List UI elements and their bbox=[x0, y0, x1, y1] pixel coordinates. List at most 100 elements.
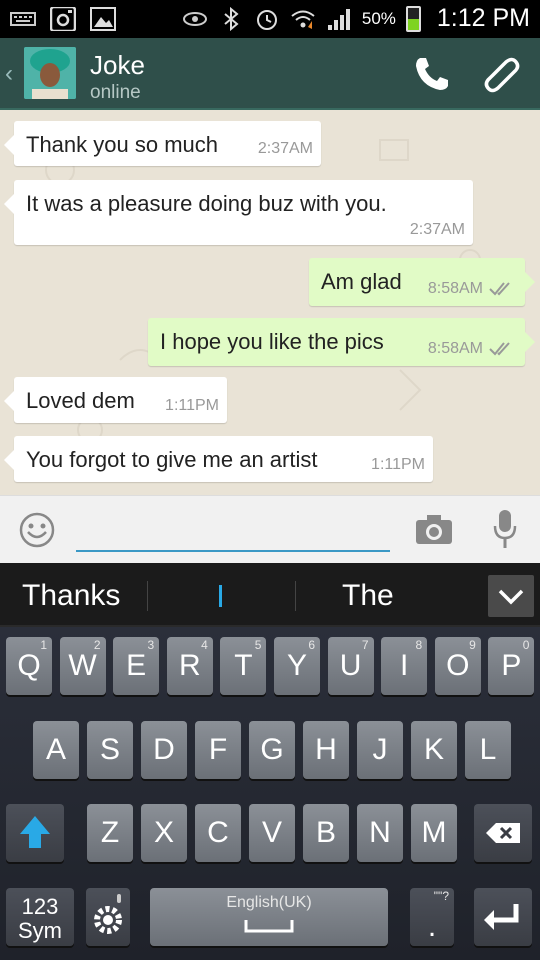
compose-bar bbox=[0, 495, 540, 563]
message-text: It was a pleasure doing buz with you. bbox=[26, 191, 387, 216]
message-bubble-incoming[interactable]: It was a pleasure doing buz with you. 2:… bbox=[4, 180, 473, 245]
key-label: R bbox=[178, 649, 201, 682]
keyboard-icon bbox=[10, 12, 36, 26]
key-a[interactable]: A bbox=[33, 721, 79, 779]
key-f[interactable]: F bbox=[195, 721, 241, 779]
suggestion-divider bbox=[295, 581, 296, 611]
period-key[interactable]: ""? . bbox=[410, 888, 454, 946]
key-label: O bbox=[446, 649, 470, 682]
key-label: W bbox=[68, 649, 97, 682]
key-hint: 4 bbox=[201, 638, 208, 652]
camera-icon[interactable] bbox=[414, 512, 454, 546]
message-bubble-outgoing[interactable]: Am glad 8:58AM bbox=[309, 258, 535, 306]
key-hint: 8 bbox=[415, 638, 423, 652]
key-o[interactable]: 9O bbox=[434, 637, 481, 695]
message-bubble-outgoing[interactable]: I hope you like the pics 8:58AM bbox=[148, 318, 535, 366]
key-z[interactable]: Z bbox=[87, 804, 133, 862]
key-m[interactable]: M bbox=[411, 804, 457, 862]
signal-icon bbox=[327, 8, 350, 30]
space-key[interactable]: English(UK) bbox=[150, 888, 388, 946]
key-c[interactable]: C bbox=[195, 804, 241, 862]
key-label: Y bbox=[286, 649, 307, 682]
double-check-icon bbox=[489, 282, 510, 296]
key-t[interactable]: 5T bbox=[220, 637, 267, 695]
message-time: 8:58AM bbox=[427, 340, 483, 357]
key-j[interactable]: J bbox=[357, 721, 403, 779]
message-time: 2:37AM bbox=[409, 221, 465, 238]
settings-key[interactable] bbox=[86, 888, 130, 946]
key-k[interactable]: K bbox=[411, 721, 457, 779]
emoji-icon[interactable] bbox=[19, 512, 55, 548]
key-hint: 3 bbox=[147, 638, 155, 652]
contact-name[interactable]: Joke bbox=[90, 50, 145, 81]
key-hint: 6 bbox=[308, 638, 315, 652]
key-q[interactable]: 1Q bbox=[6, 637, 52, 695]
key-hint: 2 bbox=[93, 638, 101, 652]
backspace-key[interactable] bbox=[474, 804, 532, 862]
key-w[interactable]: 2W bbox=[59, 637, 106, 695]
shift-key[interactable] bbox=[6, 804, 64, 862]
alarm-icon bbox=[256, 9, 277, 30]
period-key-label: . bbox=[427, 910, 437, 943]
key-g[interactable]: G bbox=[249, 721, 295, 779]
key-label: T bbox=[234, 649, 253, 682]
suggestion-divider bbox=[147, 581, 148, 611]
key-y[interactable]: 6Y bbox=[274, 637, 320, 695]
collapse-suggestions-button[interactable] bbox=[488, 575, 534, 617]
key-l[interactable]: L bbox=[465, 721, 511, 779]
key-e[interactable]: 3E bbox=[113, 637, 160, 695]
key-u[interactable]: 7U bbox=[327, 637, 374, 695]
chat-header: ‹ Joke online bbox=[0, 38, 540, 110]
key-hint: 7 bbox=[361, 638, 369, 652]
key-n[interactable]: N bbox=[357, 804, 403, 862]
message-text: Am glad bbox=[321, 269, 402, 294]
key-hint: 1 bbox=[40, 638, 47, 652]
message-time: 8:58AM bbox=[427, 280, 483, 297]
suggestion-the[interactable]: The bbox=[342, 579, 394, 613]
eye-icon bbox=[182, 11, 207, 26]
key-h[interactable]: H bbox=[303, 721, 349, 779]
message-text: You forgot to give me an artist bbox=[26, 447, 318, 472]
key-b[interactable]: B bbox=[303, 804, 349, 862]
message-text: Loved dem bbox=[26, 388, 135, 413]
enter-arrow-icon bbox=[484, 904, 519, 930]
key-r[interactable]: 4R bbox=[166, 637, 213, 695]
double-check-icon bbox=[489, 342, 510, 356]
key-label: Q bbox=[17, 649, 41, 682]
suggestion-thanks[interactable]: Thanks bbox=[22, 579, 120, 613]
clock: 1:12 PM bbox=[436, 4, 530, 32]
suggestion-i[interactable] bbox=[219, 585, 222, 607]
key-d[interactable]: D bbox=[141, 721, 187, 779]
message-bubble-incoming[interactable]: Thank you so much 2:37AM bbox=[4, 121, 321, 166]
message-input[interactable] bbox=[76, 508, 390, 552]
key-i[interactable]: 8I bbox=[381, 637, 428, 695]
chat-history[interactable]: Thank you so much 2:37AM It was a pleasu… bbox=[0, 110, 540, 495]
message-text: I hope you like the pics bbox=[160, 329, 384, 354]
suggestion-strip: Thanks The bbox=[0, 563, 540, 627]
shift-arrow-icon bbox=[20, 816, 50, 848]
chevron-down-icon bbox=[498, 589, 524, 605]
soft-keyboard: 1Q2W3E4R5T6Y7U8I9O0P ASDFGHJKL ZXCVBNM 1… bbox=[0, 627, 540, 960]
symbols-key[interactable]: 123 Sym bbox=[6, 888, 74, 946]
key-hint: 9 bbox=[469, 638, 476, 652]
contact-status: online bbox=[90, 82, 141, 103]
battery-icon bbox=[405, 5, 421, 32]
phone-call-icon[interactable] bbox=[410, 52, 454, 96]
enter-key[interactable] bbox=[474, 888, 532, 946]
key-v[interactable]: V bbox=[249, 804, 295, 862]
message-time: 1:11PM bbox=[371, 456, 425, 473]
wifi-icon bbox=[291, 10, 315, 29]
status-bar: 50% 1:12 PM bbox=[0, 0, 540, 38]
key-p[interactable]: 0P bbox=[488, 637, 535, 695]
message-bubble-incoming[interactable]: You forgot to give me an artist 1:11PM bbox=[4, 436, 433, 482]
key-s[interactable]: S bbox=[87, 721, 133, 779]
avatar-image bbox=[24, 47, 76, 99]
message-bubble-incoming[interactable]: Loved dem 1:11PM bbox=[4, 377, 227, 423]
bluetooth-icon bbox=[224, 6, 239, 31]
back-chevron-icon[interactable]: ‹ bbox=[5, 60, 13, 88]
attach-paperclip-icon[interactable] bbox=[480, 52, 524, 96]
avatar[interactable] bbox=[24, 47, 76, 99]
key-x[interactable]: X bbox=[141, 804, 187, 862]
key-hint: 0 bbox=[522, 638, 530, 652]
microphone-icon[interactable] bbox=[492, 508, 518, 550]
